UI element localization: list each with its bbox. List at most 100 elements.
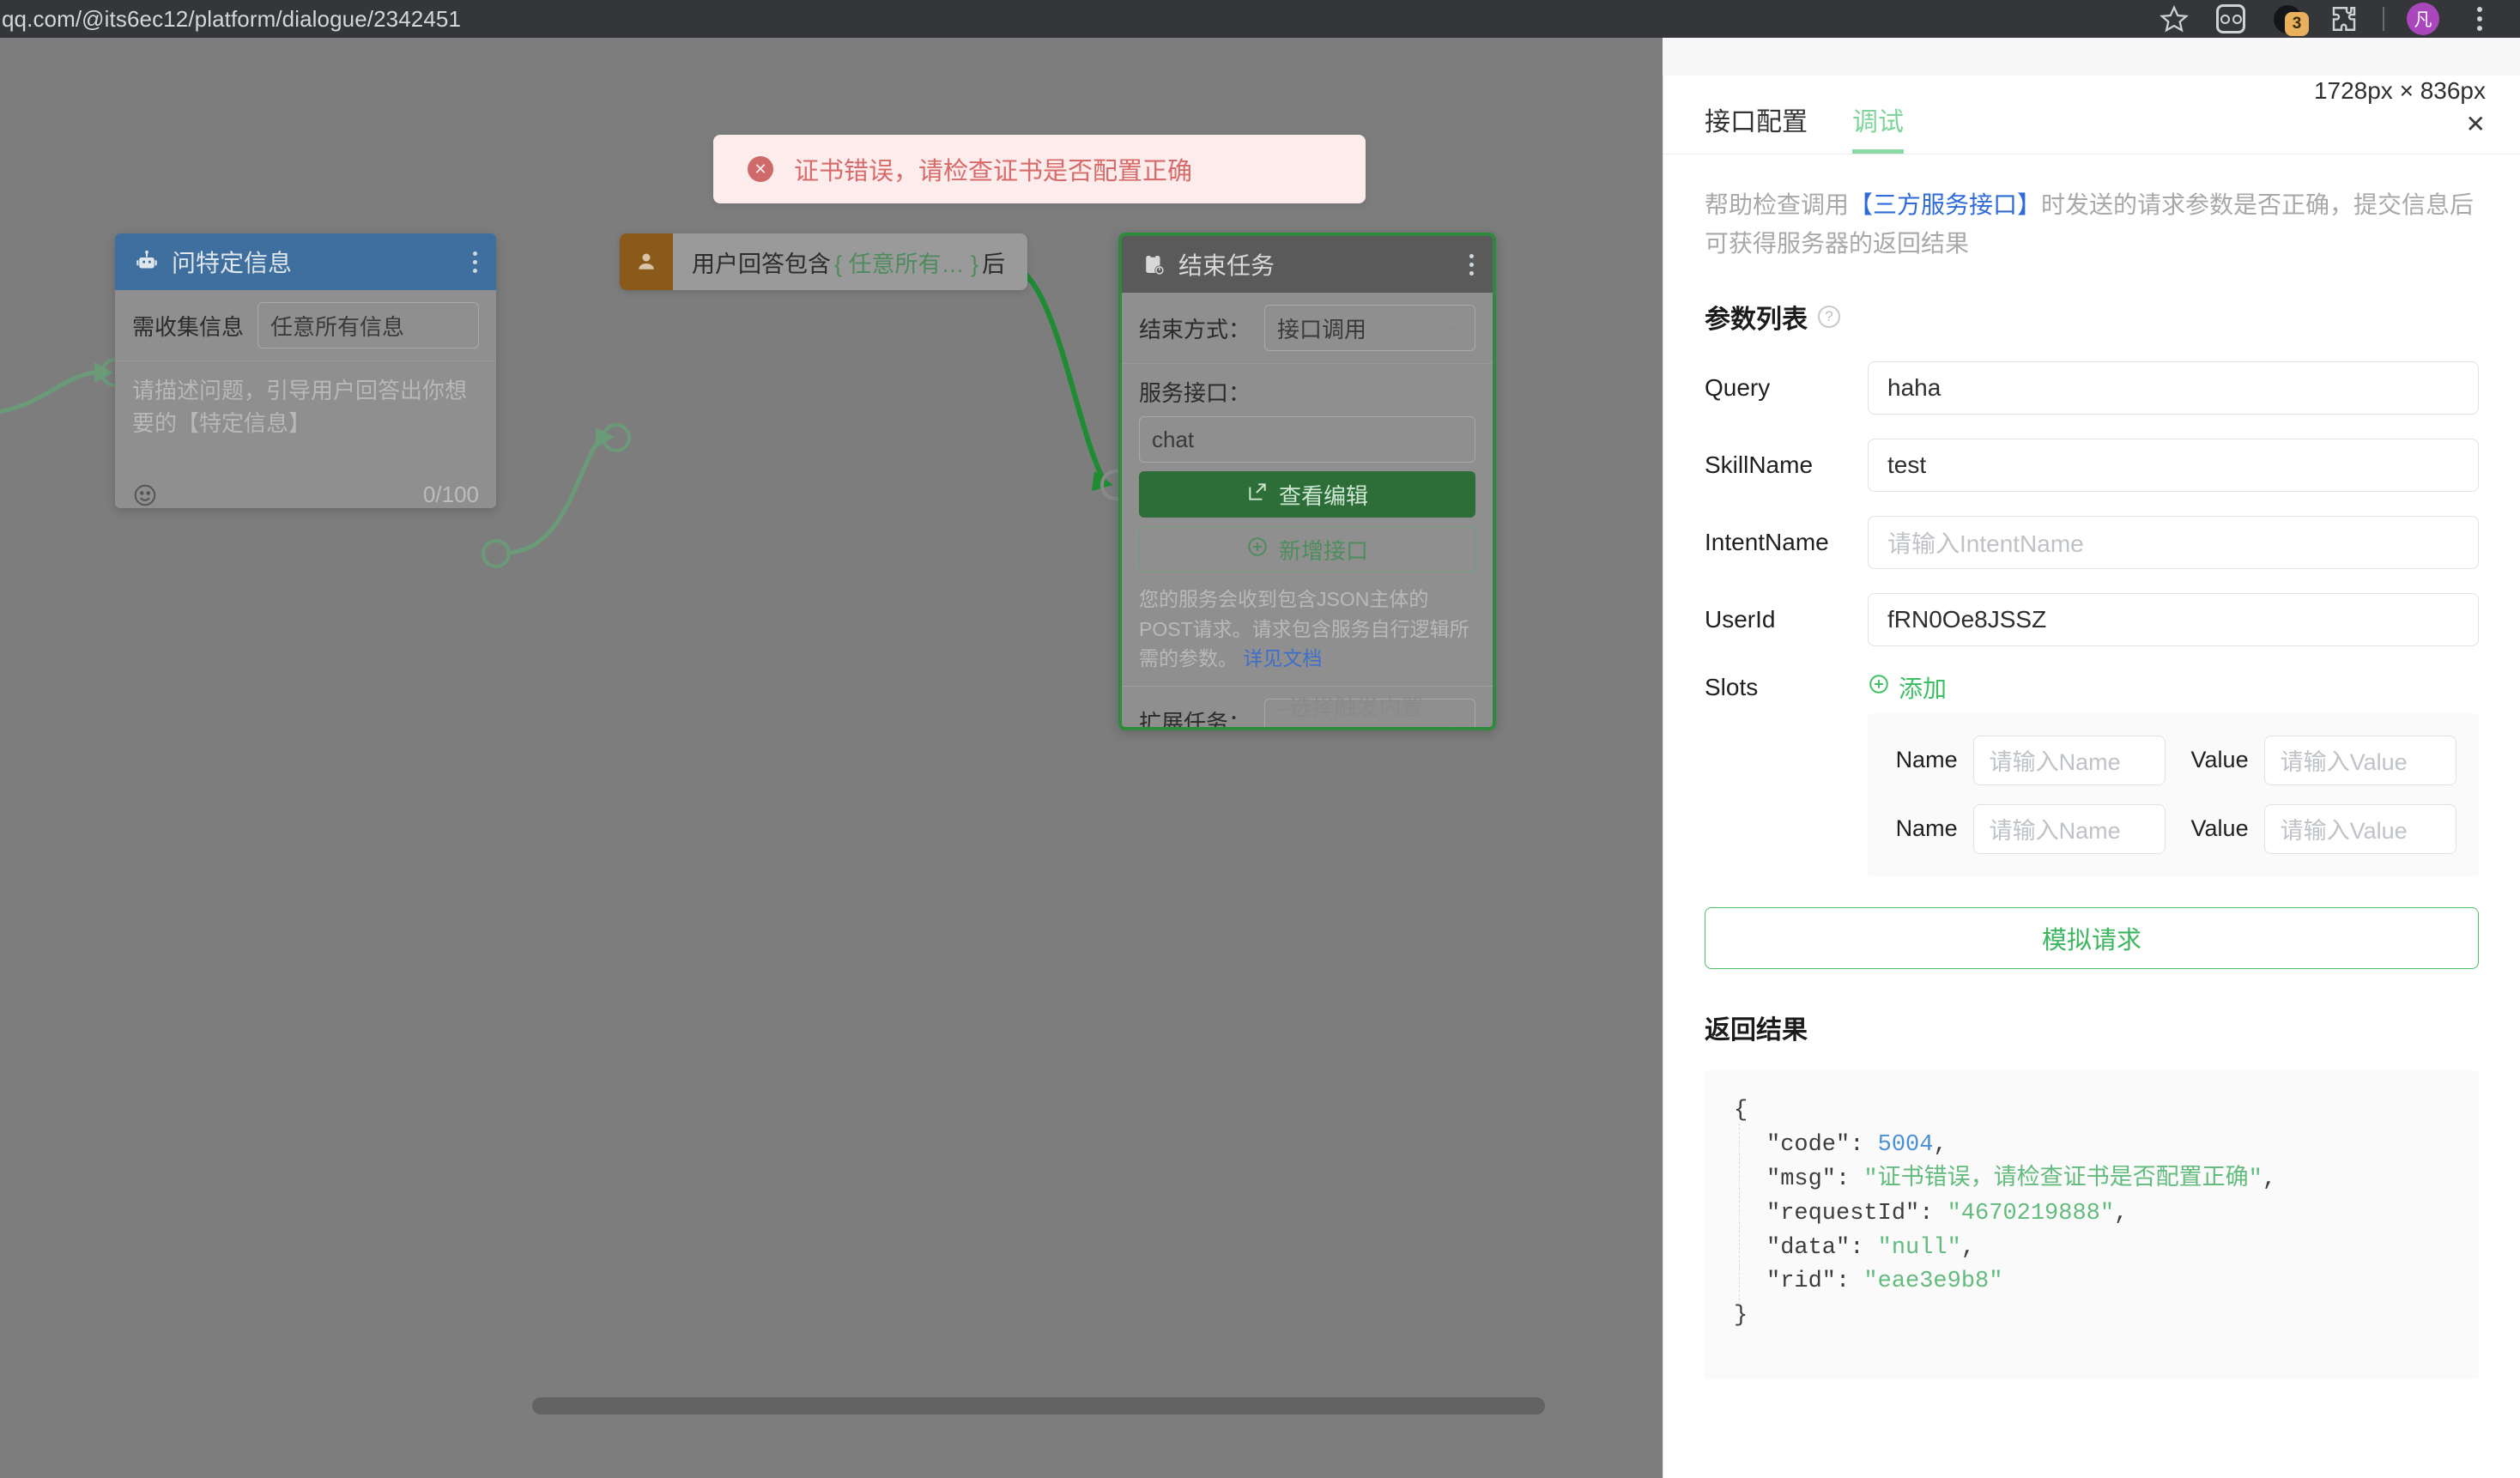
- toolbar-divider: [2383, 7, 2384, 31]
- help-icon[interactable]: ?: [1818, 305, 1840, 328]
- viewport-size-indicator: 1728px × 836px ✕: [2314, 77, 2486, 138]
- add-api-button[interactable]: 新增接口: [1139, 526, 1475, 572]
- query-label: Query: [1705, 373, 1771, 401]
- node-condition-suffix: 后: [982, 251, 1006, 277]
- json-key-rid: "rid":: [1766, 1269, 1851, 1295]
- json-value-requestid: "4670219888": [1947, 1200, 2115, 1227]
- json-close-brace: }: [1734, 1303, 1748, 1330]
- intentname-input[interactable]: 请输入IntentName: [1868, 515, 2479, 569]
- more-vertical-icon[interactable]: [1469, 253, 1474, 276]
- node-end-help-note: 您的服务会收到包含JSON主体的POST请求。请求包含服务自行逻辑所需的参数。 …: [1139, 585, 1475, 674]
- slot-name-input[interactable]: 请输入Name: [1972, 803, 2166, 854]
- plus-circle-icon: [1246, 536, 1269, 564]
- user-icon: [620, 233, 673, 290]
- node-end-service-label: 服务接口：: [1139, 380, 1251, 406]
- json-comma: ,: [2114, 1200, 2129, 1227]
- extension-icon[interactable]: 3: [2259, 0, 2316, 38]
- node-ask-collect-select[interactable]: 任意所有信息: [257, 302, 479, 348]
- node-ask-header: 问特定信息: [115, 233, 496, 290]
- edit-square-icon: [1246, 481, 1269, 509]
- node-end-mode-row: 结束方式： 接口调用: [1122, 293, 1493, 364]
- add-slot-button[interactable]: 添加: [1868, 670, 1947, 705]
- browser-toolbar: qq.com/@its6ec12/platform/dialogue/23424…: [0, 0, 2520, 38]
- avatar[interactable]: 凡: [2395, 0, 2451, 38]
- error-close-icon: ✕: [748, 156, 773, 182]
- node-condition-prefix: 用户回答包含: [692, 251, 831, 277]
- puzzle-icon[interactable]: [2316, 0, 2372, 38]
- node-condition-text: 用户回答包含 { 任意所有… } 后: [673, 233, 1027, 290]
- slots-list: Name 请输入Name Value 请输入Value Name 请输入Name…: [1868, 712, 2479, 876]
- node-ask-textarea-footer: 0/100: [115, 482, 496, 508]
- json-key-requestid: "requestId":: [1766, 1200, 1934, 1227]
- userid-input[interactable]: fRN0Oe8JSSZ: [1868, 592, 2479, 646]
- page-root: ✕ 证书错误，请检查证书是否配置正确 问特定信息 需收集信息 任意所有信息 请描…: [0, 38, 2520, 1478]
- task-clipboard-icon: [1141, 251, 1166, 277]
- viewport-size-label: 1728px × 836px: [2313, 77, 2486, 104]
- node-ask-specific-info[interactable]: 问特定信息 需收集信息 任意所有信息 请描述问题，引导用户回答出你想要的【特定信…: [115, 233, 496, 508]
- json-value-msg: "证书错误，请检查证书是否配置正确": [1863, 1166, 2263, 1192]
- emoji-icon[interactable]: [132, 482, 158, 508]
- plus-circle-icon: [1868, 673, 1890, 701]
- slot-value-input[interactable]: 请输入Value: [2263, 735, 2456, 785]
- skillname-label: SkillName: [1705, 451, 1814, 478]
- simulate-request-button[interactable]: 模拟请求: [1705, 906, 2479, 969]
- node-end-extend-select[interactable]: –选择触发内置任务–: [1264, 694, 1475, 728]
- json-key-code: "code":: [1766, 1131, 1864, 1158]
- slot-name-input[interactable]: 请输入Name: [1972, 735, 2166, 785]
- json-value-data: "null": [1877, 1234, 1961, 1261]
- node-ask-collect-label: 需收集信息: [132, 313, 245, 340]
- node-end-title: 结束任务: [1178, 252, 1275, 279]
- more-vertical-icon[interactable]: [473, 251, 477, 273]
- star-icon[interactable]: [2146, 0, 2202, 38]
- tab-debug[interactable]: 调试: [1852, 100, 1904, 154]
- three-dot-menu-icon[interactable]: [2451, 0, 2508, 38]
- result-section-title: 返回结果: [1705, 1015, 1808, 1045]
- params-title-label: 参数列表: [1705, 305, 1808, 334]
- close-icon[interactable]: ✕: [2314, 110, 2486, 138]
- node-ask-collect-value: 任意所有信息: [270, 313, 405, 340]
- browser-toolbar-actions: 3 凡: [2146, 0, 2520, 38]
- node-end-task[interactable]: 结束任务 结束方式： 接口调用 服务接口： chat 查看编辑 新增接口 您的服…: [1118, 233, 1496, 730]
- field-row-userid: UserId fRN0Oe8JSSZ: [1705, 592, 2479, 646]
- node-end-mode-select[interactable]: 接口调用: [1264, 305, 1475, 351]
- node-condition[interactable]: 用户回答包含 { 任意所有… } 后: [620, 233, 1028, 290]
- node-ask-textarea[interactable]: 请描述问题，引导用户回答出你想要的【特定信息】: [115, 361, 496, 482]
- node-end-service-value: chat: [1152, 426, 1195, 452]
- result-json-viewer: { "code": 5004, "msg": "证书错误，请检查证书是否配置正确…: [1705, 1069, 2479, 1379]
- node-end-doc-link[interactable]: 详见文档: [1243, 647, 1322, 669]
- json-key-data: "data":: [1766, 1234, 1864, 1261]
- node-end-extend-label: 扩展任务：: [1139, 710, 1251, 730]
- json-comma: ,: [1933, 1131, 1948, 1158]
- slot-name-label: Name: [1895, 747, 1958, 773]
- node-end-extend-row: 扩展任务： –选择触发内置任务–: [1122, 687, 1493, 730]
- slots-label: Slots: [1705, 673, 1759, 700]
- error-toast: ✕ 证书错误，请检查证书是否配置正确: [713, 135, 1366, 203]
- debug-description-before: 帮助检查调用: [1705, 191, 1850, 218]
- canvas-horizontal-scrollbar[interactable]: [532, 1397, 1545, 1414]
- intentname-label: IntentName: [1705, 528, 1829, 555]
- json-value-rid: "eae3e9b8": [1863, 1269, 2003, 1295]
- address-bar-url[interactable]: qq.com/@its6ec12/platform/dialogue/23424…: [0, 6, 461, 33]
- json-key-msg: "msg":: [1766, 1166, 1851, 1192]
- field-row-query: Query haha: [1705, 360, 2479, 415]
- chevron-down-icon: [1442, 429, 1463, 450]
- error-toast-message: 证书错误，请检查证书是否配置正确: [794, 158, 1193, 185]
- chevron-down-icon: [445, 315, 466, 336]
- node-end-service-select[interactable]: chat: [1139, 416, 1475, 463]
- query-input[interactable]: haha: [1868, 360, 2479, 415]
- node-ask-char-counter: 0/100: [422, 482, 479, 507]
- extension-badge: 3: [2285, 12, 2309, 36]
- add-api-label: 新增接口: [1278, 537, 1368, 564]
- skillname-input[interactable]: test: [1868, 438, 2479, 492]
- view-edit-button[interactable]: 查看编辑: [1139, 471, 1475, 518]
- slot-value-input[interactable]: 请输入Value: [2263, 803, 2456, 854]
- flow-canvas[interactable]: ✕ 证书错误，请检查证书是否配置正确 问特定信息 需收集信息 任意所有信息 请描…: [0, 38, 1663, 1478]
- flow-canvas-inner: ✕ 证书错误，请检查证书是否配置正确 问特定信息 需收集信息 任意所有信息 请描…: [0, 38, 1663, 1478]
- debug-description: 帮助检查调用【三方服务接口】时发送的请求参数是否正确，提交信息后可获得服务器的返…: [1705, 185, 2479, 263]
- debug-panel-body: 帮助检查调用【三方服务接口】时发送的请求参数是否正确，提交信息后可获得服务器的返…: [1663, 154, 2520, 1379]
- node-condition-brace: { 任意所有… }: [834, 251, 979, 277]
- pocket-icon[interactable]: [2202, 0, 2259, 38]
- tab-api-config[interactable]: 接口配置: [1705, 100, 1808, 154]
- chevron-down-icon: [1442, 712, 1463, 728]
- json-open-brace: {: [1734, 1097, 1748, 1124]
